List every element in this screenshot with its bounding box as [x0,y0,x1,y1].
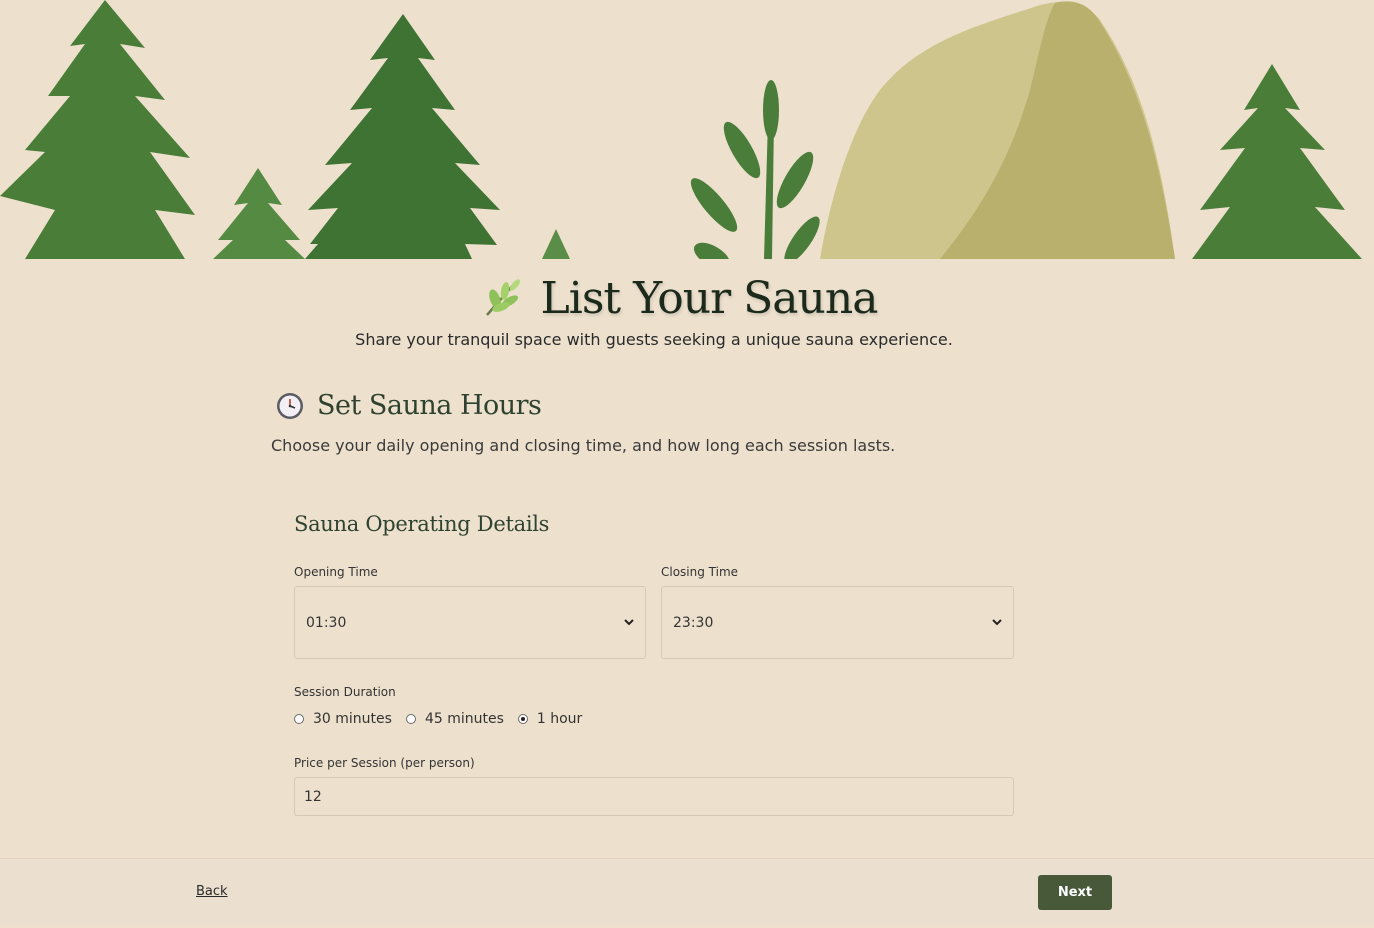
section-description: Choose your daily opening and closing ti… [271,436,896,455]
radio-label: 1 hour [536,711,583,727]
price-input[interactable]: 12 [294,777,1014,816]
radio-45-minutes[interactable]: 45 minutes [405,711,504,727]
chevron-down-icon [624,619,634,626]
page-title: List Your Sauna [540,272,879,324]
radio-label: 30 minutes [313,711,392,727]
back-link[interactable]: Back [196,884,228,899]
radio-30-minutes[interactable]: 30 minutes [294,711,392,727]
clock-icon [275,391,305,421]
radio-button[interactable] [294,714,304,724]
price-label: Price per Session (per person) [294,756,475,770]
card-title: Sauna Operating Details [294,512,550,536]
next-button[interactable]: Next [1038,875,1112,910]
radio-button[interactable] [517,714,528,724]
radio-1-hour[interactable]: 1 hour [517,711,583,727]
chevron-down-icon [992,619,1002,626]
section-title: Set Sauna Hours [317,390,542,421]
session-duration-radio-group: 30 minutes 45 minutes 1 hour [294,711,596,727]
opening-time-label: Opening Time [294,565,378,579]
radio-label: 45 minutes [424,711,504,727]
hero-illustration [0,0,1374,259]
section-header: Set Sauna Hours [275,390,542,421]
closing-time-value: 23:30 [673,614,714,631]
closing-time-label: Closing Time [661,565,739,579]
closing-time-select[interactable]: 23:30 [661,586,1014,659]
opening-time-select[interactable]: 01:30 [294,586,646,659]
radio-button[interactable] [405,714,416,724]
page-header: List Your Sauna [0,268,1374,328]
leaf-sprig-icon [477,273,527,323]
session-duration-label: Session Duration [294,685,396,699]
opening-time-value: 01:30 [306,614,347,631]
page-subtitle: Share your tranquil space with guests se… [355,330,953,349]
price-value: 12 [304,788,322,805]
